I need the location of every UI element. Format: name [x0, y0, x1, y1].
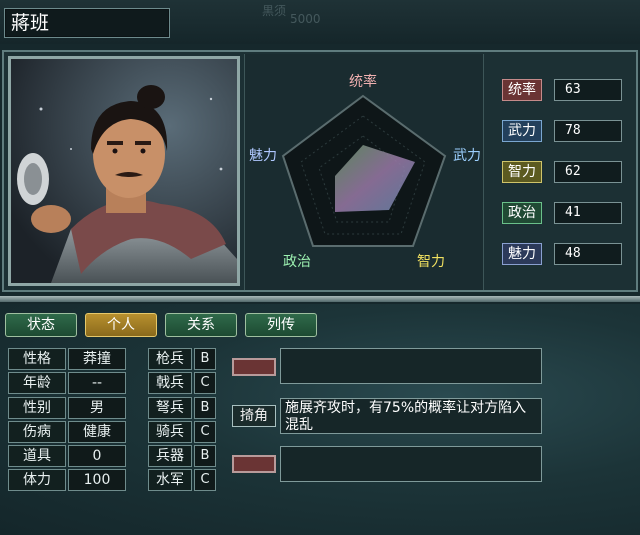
stat-row-politics: 政治 41 [502, 201, 622, 225]
radar-label-bottom-left: 政治 [283, 254, 311, 270]
divider [0, 296, 640, 302]
troop-grade: C [194, 469, 216, 491]
portrait-image [11, 59, 237, 283]
stat-label: 武力 [502, 120, 542, 142]
stat-row-war: 武力 78 [502, 119, 622, 143]
stat-label: 统率 [502, 79, 542, 101]
attr-label: 体力 [8, 469, 66, 491]
troop-label: 弩兵 [148, 397, 192, 419]
skill-description: 施展齐攻时，有75%的概率让对方陷入混乱 [280, 398, 542, 434]
attr-value: 莽撞 [68, 348, 126, 370]
troop-grade: B [194, 397, 216, 419]
radar-label-top: 统率 [349, 73, 377, 90]
ghost-text: 黒须 [262, 4, 287, 18]
troop-label: 骑兵 [148, 421, 192, 443]
troop-grade: C [194, 372, 216, 394]
attr-label: 年龄 [8, 372, 66, 394]
skill-name[interactable]: 掎角 [232, 405, 276, 427]
ghost-number: 5000 [290, 12, 321, 26]
tab-personal[interactable]: 个人 [85, 313, 157, 337]
attr-value: 0 [68, 445, 126, 467]
attr-value: 100 [68, 469, 126, 491]
troop-label: 水军 [148, 469, 192, 491]
stat-row-leadership: 统率 63 [502, 78, 622, 102]
radar-label-left: 魅力 [249, 148, 277, 164]
attr-label: 性别 [8, 397, 66, 419]
stat-value: 48 [554, 243, 622, 265]
stats-radar-chart: 统率 武力 智力 政治 魅力 [244, 54, 484, 290]
stat-value: 62 [554, 161, 622, 183]
officer-name: 蔣班 [4, 8, 170, 38]
stats-list: 统率 63 武力 78 智力 62 政治 41 魅力 48 [488, 54, 636, 290]
attr-label: 伤病 [8, 421, 66, 443]
skill-slot-empty[interactable] [232, 455, 276, 473]
radar-label-bottom-right: 智力 [417, 254, 445, 270]
attr-value: 男 [68, 397, 126, 419]
stat-label: 魅力 [502, 243, 542, 265]
attr-value: 健康 [68, 421, 126, 443]
skill-desc-empty [280, 446, 542, 482]
tab-biography[interactable]: 列传 [245, 313, 317, 337]
tab-relations[interactable]: 关系 [165, 313, 237, 337]
stat-label: 智力 [502, 161, 542, 183]
portrait [8, 56, 240, 286]
troop-grade: B [194, 348, 216, 370]
stat-value: 41 [554, 202, 622, 224]
stat-label: 政治 [502, 202, 542, 224]
attr-value: -- [68, 372, 126, 394]
attr-label: 道具 [8, 445, 66, 467]
troop-label: 戟兵 [148, 372, 192, 394]
skill-desc-empty [280, 348, 542, 384]
radar-label-right: 武力 [453, 148, 481, 164]
troop-grade: C [194, 421, 216, 443]
troop-label: 兵器 [148, 445, 192, 467]
stat-value: 63 [554, 79, 622, 101]
attr-label: 性格 [8, 348, 66, 370]
stat-row-intelligence: 智力 62 [502, 160, 622, 184]
radar-svg: 统率 武力 智力 政治 魅力 [249, 73, 481, 270]
stat-value: 78 [554, 120, 622, 142]
skill-slot-empty[interactable] [232, 358, 276, 376]
tab-status[interactable]: 状态 [5, 313, 77, 337]
stat-row-charm: 魅力 48 [502, 242, 622, 266]
troop-label: 枪兵 [148, 348, 192, 370]
troop-grade: B [194, 445, 216, 467]
